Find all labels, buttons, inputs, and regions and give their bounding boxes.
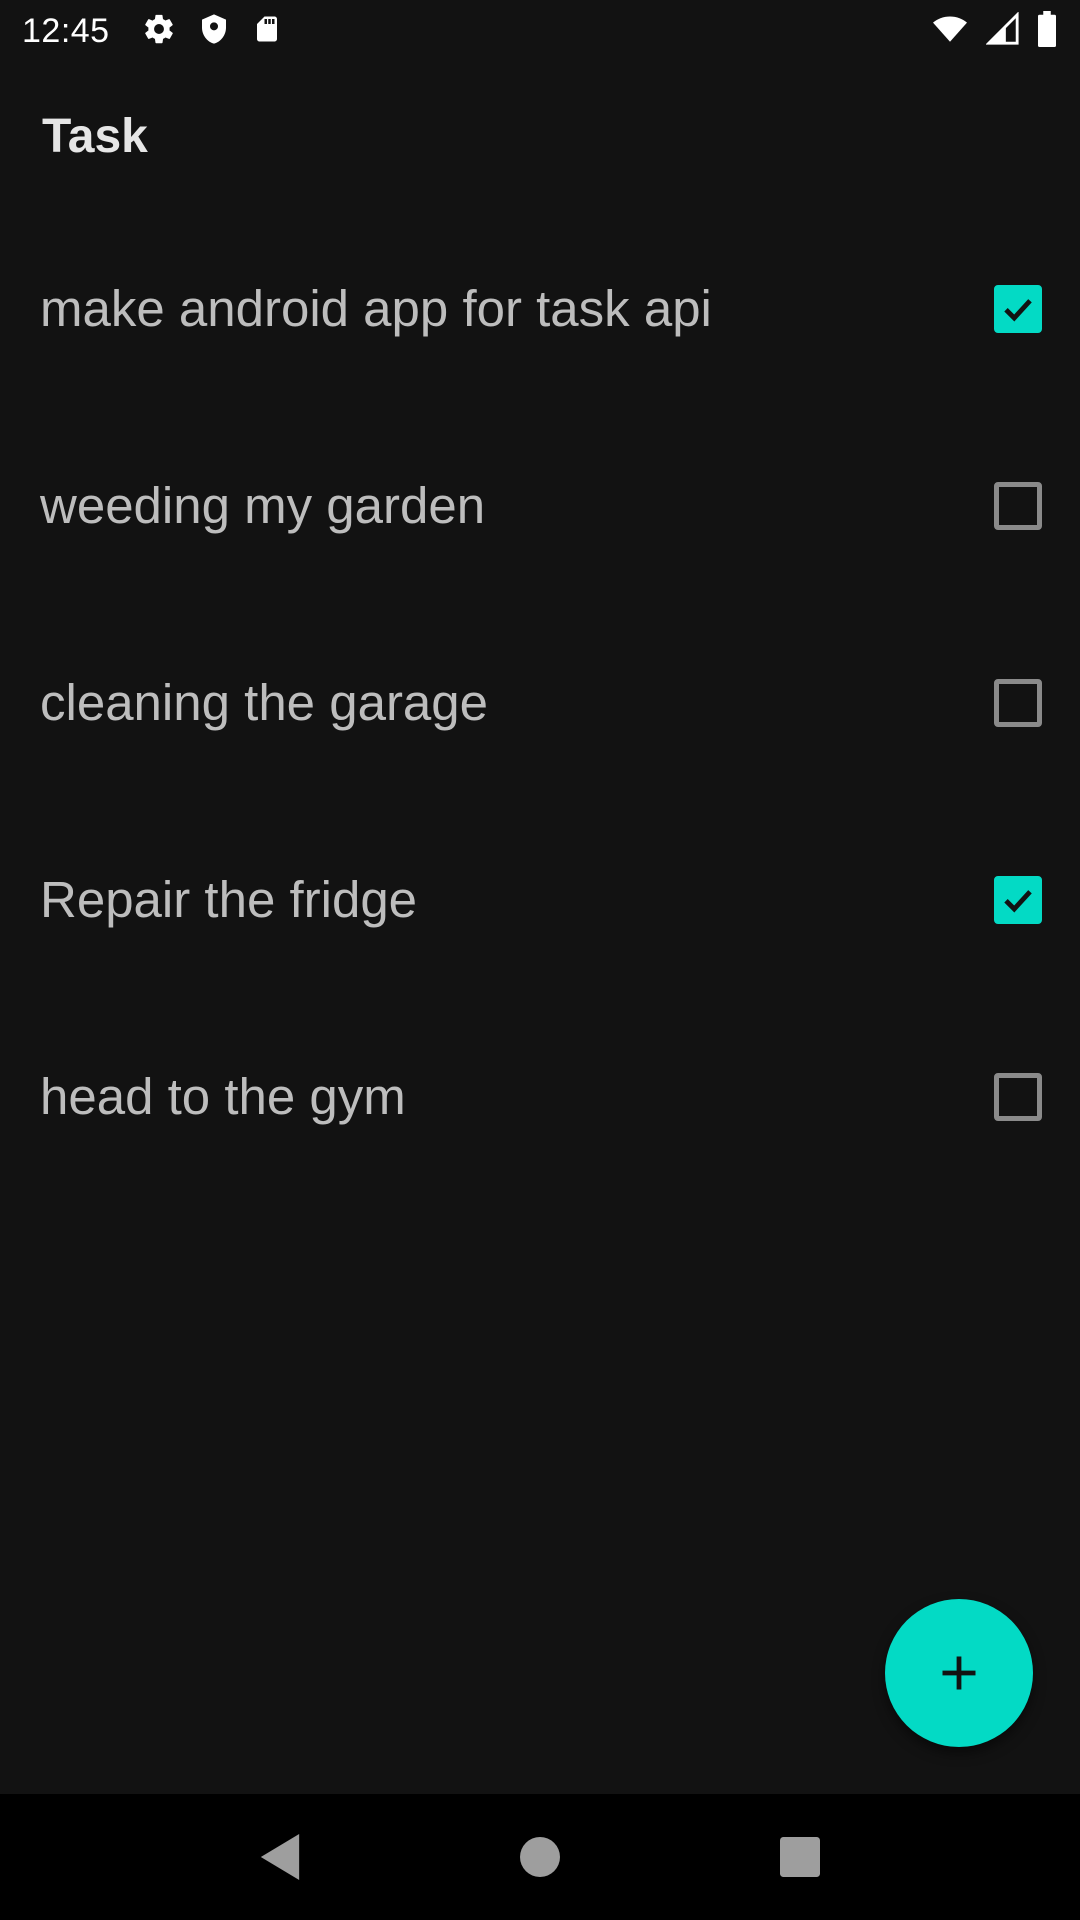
- task-label: head to the gym: [40, 1068, 406, 1125]
- task-checkbox[interactable]: [994, 481, 1042, 530]
- plus-icon: [942, 1656, 976, 1690]
- signal-icon: [985, 11, 1020, 51]
- gear-icon: [142, 12, 176, 51]
- list-item[interactable]: head to the gym: [0, 998, 1080, 1195]
- task-checkbox[interactable]: [994, 1072, 1042, 1121]
- battery-icon: [1036, 11, 1058, 52]
- task-label: weeding my garden: [40, 477, 486, 534]
- app-bar: Task: [0, 63, 1080, 210]
- check-icon: [1004, 889, 1032, 912]
- shield-icon: [198, 12, 230, 51]
- add-task-button[interactable]: [885, 1599, 1033, 1747]
- list-item[interactable]: Repair the fridge: [0, 801, 1080, 998]
- home-button[interactable]: [500, 1817, 580, 1897]
- task-label: Repair the fridge: [40, 871, 418, 928]
- status-bar-left: 12:45: [22, 12, 282, 51]
- list-item[interactable]: make android app for task api: [0, 210, 1080, 407]
- page-title: Task: [42, 110, 148, 163]
- home-icon: [520, 1837, 560, 1877]
- list-item[interactable]: cleaning the garage: [0, 604, 1080, 801]
- status-time: 12:45: [22, 12, 110, 50]
- check-icon: [1004, 298, 1032, 321]
- status-bar-right: [930, 11, 1058, 52]
- task-checkbox[interactable]: [994, 284, 1042, 333]
- back-icon: [260, 1834, 300, 1880]
- recents-icon: [780, 1837, 820, 1877]
- back-button[interactable]: [240, 1817, 320, 1897]
- task-label: cleaning the garage: [40, 674, 489, 731]
- sd-card-icon: [252, 12, 282, 51]
- navigation-bar: [0, 1794, 1080, 1920]
- status-bar: 12:45: [0, 0, 1080, 63]
- task-list: make android app for task api weeding my…: [0, 210, 1080, 1195]
- task-label: make android app for task api: [40, 280, 712, 337]
- list-item[interactable]: weeding my garden: [0, 407, 1080, 604]
- recents-button[interactable]: [760, 1817, 840, 1897]
- wifi-icon: [930, 12, 970, 51]
- task-checkbox[interactable]: [994, 678, 1042, 727]
- task-checkbox[interactable]: [994, 875, 1042, 924]
